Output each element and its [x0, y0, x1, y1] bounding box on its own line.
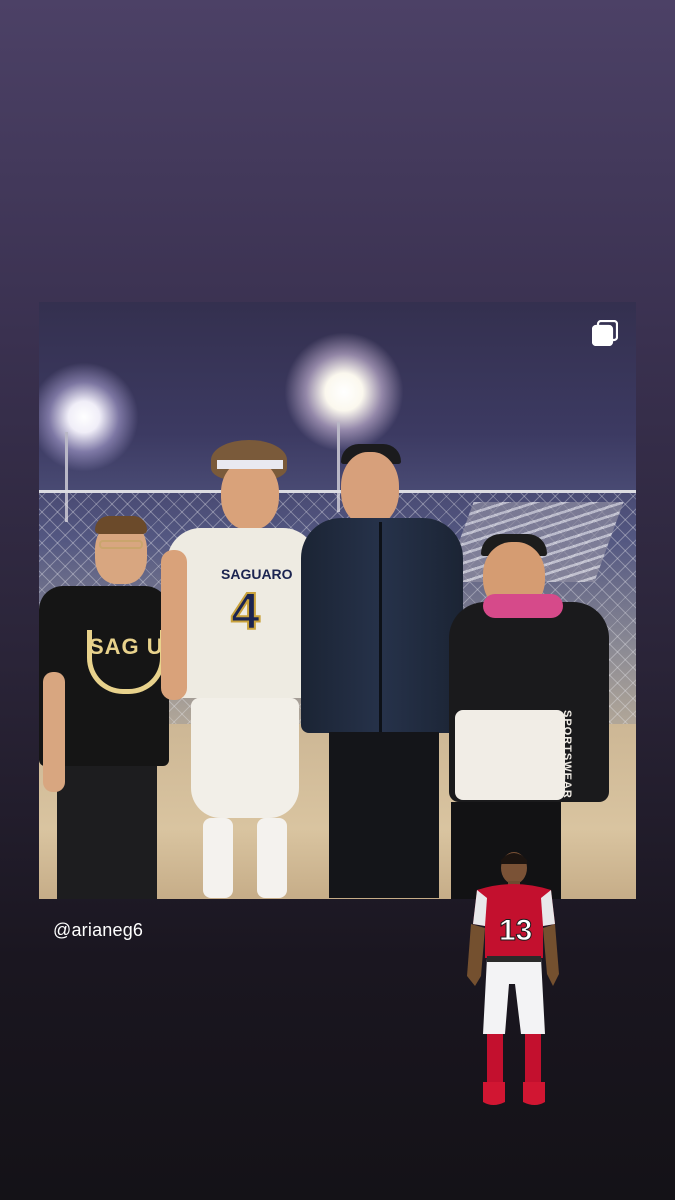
person-football-player: SAGUARO 4 [161, 440, 317, 899]
jersey-text: SAGUARO [221, 566, 293, 582]
person-boy-left: SAG U [39, 512, 174, 899]
player-figure [467, 852, 559, 1105]
stadium-light-center [284, 332, 404, 452]
person-boy-right: SPORTSWEAR [443, 534, 633, 899]
person-jacket [301, 440, 463, 899]
stadium-light-left [39, 362, 139, 472]
story-canvas: SAG U SAGUARO 4 SPORTSWEAR @arianeg6 13 [0, 0, 675, 1200]
player-sticker[interactable]: 13 [463, 848, 563, 1110]
mention-username[interactable]: @arianeg6 [53, 920, 143, 941]
shared-post-photo[interactable]: SAG U SAGUARO 4 SPORTSWEAR [39, 302, 636, 899]
sticker-jersey-number: 13 [498, 914, 533, 948]
hoodie-text: SPORTSWEAR [561, 710, 573, 799]
carousel-icon [592, 320, 618, 346]
jersey-number: 4 [230, 582, 261, 642]
shirt-text: SAG U [89, 634, 164, 659]
